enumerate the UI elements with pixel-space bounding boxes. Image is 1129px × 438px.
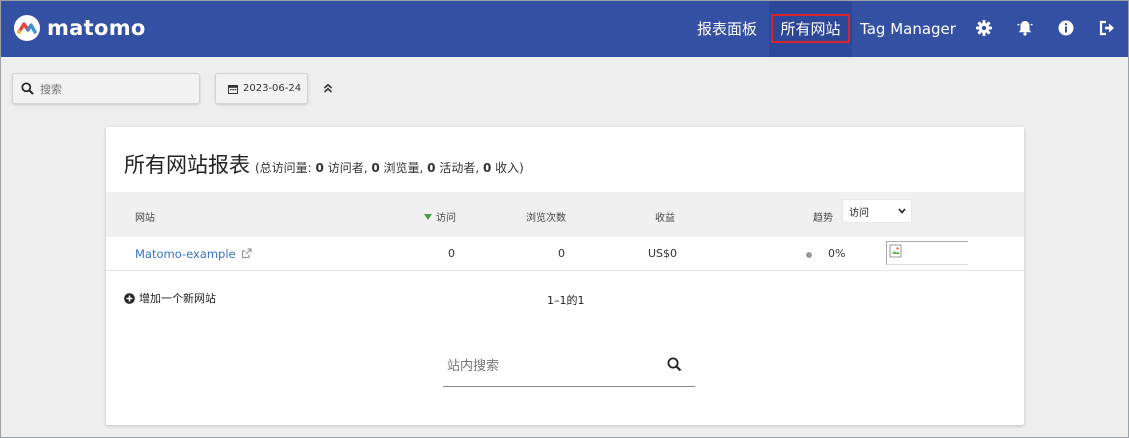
date-label: 2023-06-24 (243, 83, 302, 94)
pageviews-cell: 0 (558, 247, 565, 260)
sparkline-image[interactable] (886, 241, 968, 265)
site-cell: Matomo-example (135, 247, 252, 261)
bell-icon[interactable] (1016, 19, 1034, 37)
date-selector-button[interactable]: 2023-06-24 (215, 73, 308, 104)
report-title: 所有网站报表 (总访问量: 0 访问者, 0 浏览量, 0 活动者, 0 收入) (124, 149, 524, 179)
trend-cell: 0% (828, 247, 846, 260)
summary-pageviews-label: 浏览量, (379, 161, 428, 175)
add-website-label: 增加一个新网站 (139, 292, 216, 305)
summary-revenue-label: 收入) (491, 161, 524, 175)
nav-tag-manager-label: Tag Manager (860, 19, 956, 38)
matomo-logo-icon (14, 15, 40, 41)
revenue-cell: US$0 (648, 247, 678, 260)
nav-dashboard[interactable]: 报表面板 (688, 0, 766, 57)
visits-cell: 0 (448, 247, 455, 260)
trend-metric-value: 访问 (849, 207, 869, 219)
summary-visits-label: 访问者, (323, 161, 372, 175)
summary-actions-label: 活动者, (435, 161, 483, 175)
info-icon[interactable] (1057, 19, 1075, 37)
sort-desc-icon (424, 214, 432, 220)
table-header: 网站 访问 浏览次数 收益 趋势 访问 (106, 192, 1024, 237)
chevron-down-icon (898, 208, 906, 214)
summary-actions: 0 (427, 161, 436, 175)
search-input[interactable] (40, 81, 190, 97)
summary-prefix: (总访问量: (255, 161, 316, 175)
column-visits[interactable]: 访问 (424, 209, 456, 224)
nav-tag-manager[interactable]: Tag Manager (858, 0, 958, 57)
dashboard-search[interactable] (12, 73, 200, 104)
column-trend: 趋势 (813, 213, 833, 224)
site-search[interactable] (443, 349, 695, 387)
trend-neutral-dot (806, 252, 812, 258)
report-title-text: 所有网站报表 (124, 153, 250, 177)
nav-all-websites-label: 所有网站 (771, 14, 850, 43)
column-visits-label: 访问 (436, 213, 456, 224)
search-icon[interactable] (667, 357, 682, 372)
column-pageviews[interactable]: 浏览次数 (526, 209, 566, 224)
logo-text: matomo (47, 16, 146, 40)
summary-visits: 0 (315, 161, 324, 175)
top-navigation-bar: matomo 报表面板 所有网站 Tag Manager (0, 0, 1129, 57)
external-link-icon[interactable] (241, 248, 252, 259)
site-search-input[interactable] (447, 357, 647, 375)
matomo-logo[interactable]: matomo (13, 14, 146, 42)
report-summary: (总访问量: 0 访问者, 0 浏览量, 0 活动者, 0 收入) (255, 159, 524, 176)
double-chevron-up-icon[interactable] (322, 82, 334, 94)
site-link[interactable]: Matomo-example (135, 247, 236, 261)
gear-icon[interactable] (975, 19, 993, 37)
all-websites-report-card: 所有网站报表 (总访问量: 0 访问者, 0 浏览量, 0 活动者, 0 收入)… (106, 127, 1024, 425)
search-icon (21, 82, 34, 95)
table-row: Matomo-example 0 0 US$0 0% (106, 237, 1024, 271)
column-site[interactable]: 网站 (135, 209, 155, 224)
logout-icon[interactable] (1098, 19, 1116, 37)
pagination-info: 1–1的1 (547, 294, 585, 307)
nav-dashboard-label: 报表面板 (696, 20, 757, 38)
summary-pageviews: 0 (371, 161, 380, 175)
nav-all-websites[interactable]: 所有网站 (769, 0, 852, 57)
table-footer: 增加一个新网站 1–1的1 (106, 287, 1024, 311)
plus-circle-icon (124, 292, 135, 304)
trend-metric-select[interactable]: 访问 (842, 199, 912, 223)
calendar-icon (228, 84, 238, 94)
broken-image-icon (889, 244, 902, 258)
add-website-button[interactable]: 增加一个新网站 (124, 290, 216, 306)
column-revenue[interactable]: 收益 (655, 209, 675, 224)
